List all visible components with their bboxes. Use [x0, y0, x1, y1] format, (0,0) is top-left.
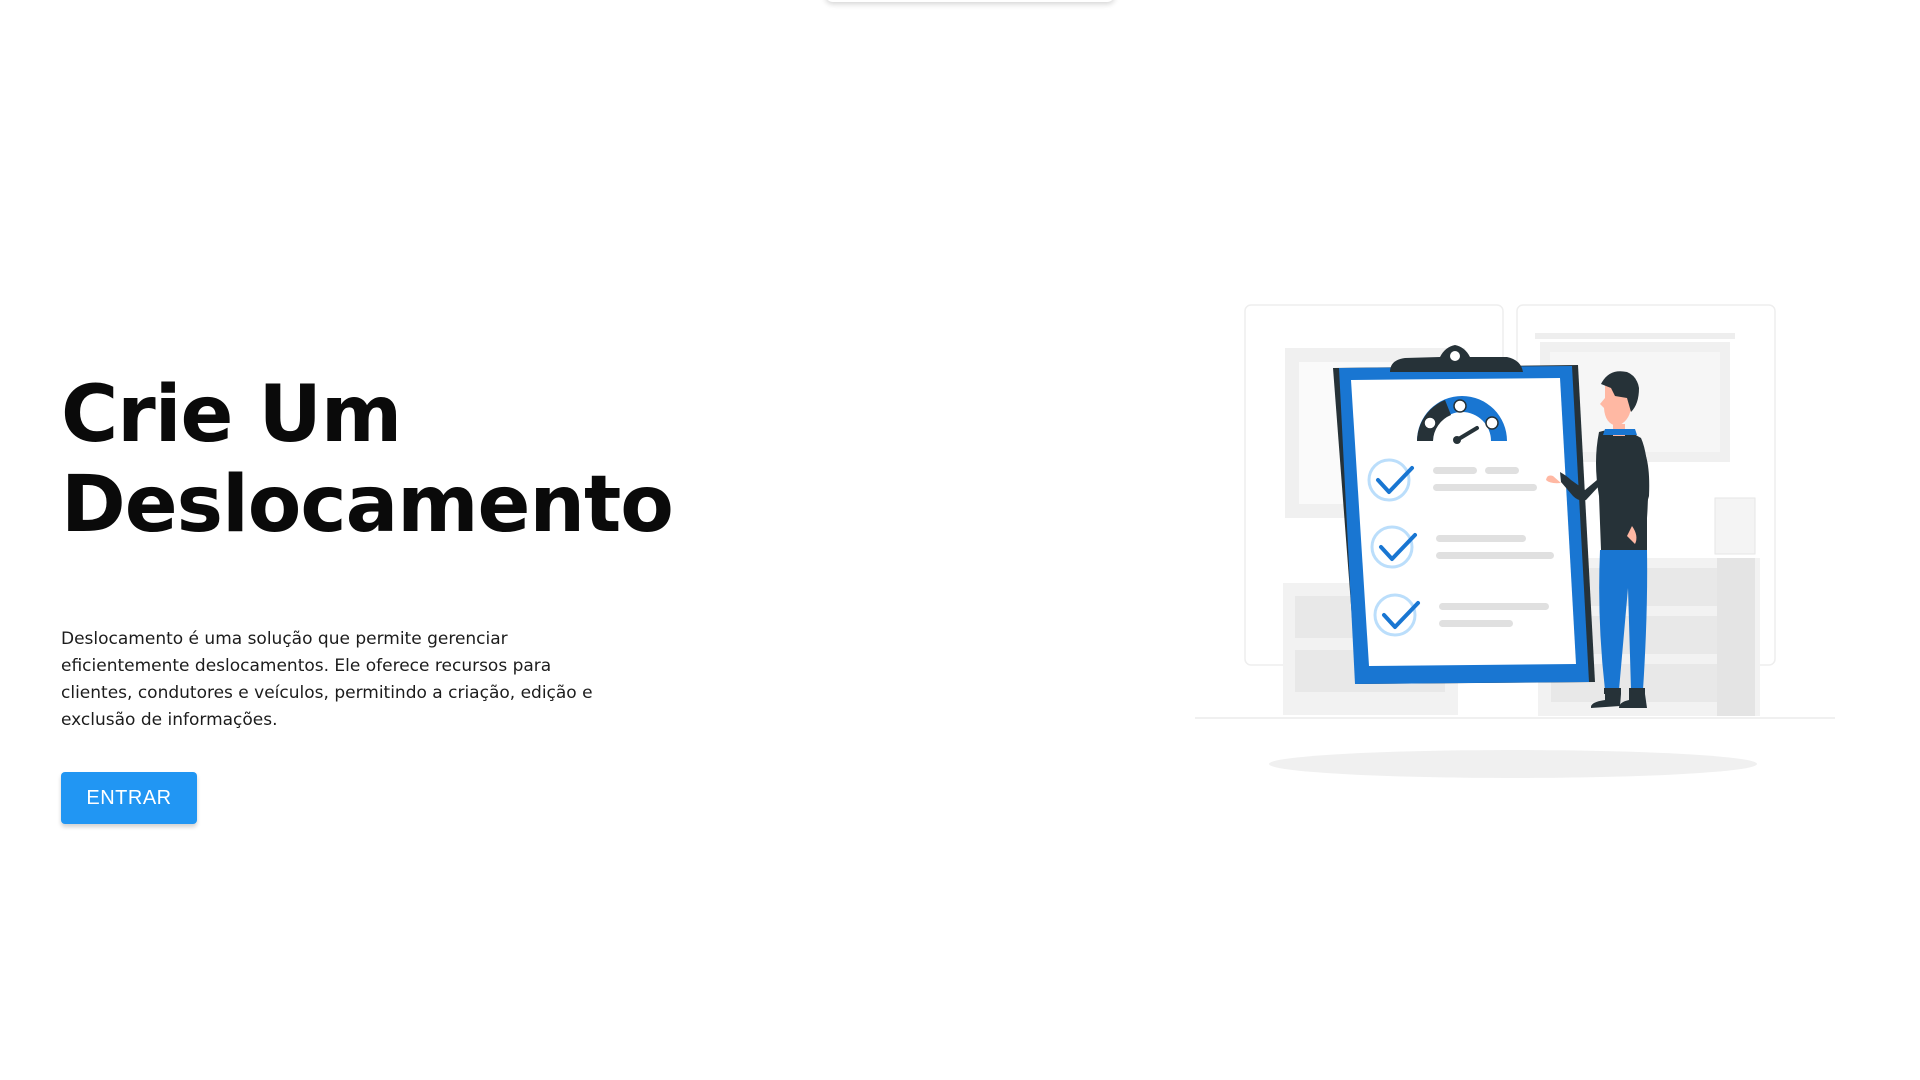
- checklist-illustration-graphic: [1195, 304, 1835, 778]
- landing-page: Crie Um Deslocamento Deslocamento é uma …: [0, 0, 1920, 1080]
- hero-description: Deslocamento é uma solução que permite g…: [61, 629, 593, 730]
- hero-title-line2: Deslocamento: [61, 460, 674, 550]
- top-app-bar-edge: [825, 0, 1115, 2]
- checklist-illustration: [1195, 300, 1835, 790]
- enter-button[interactable]: ENTRAR: [61, 772, 197, 824]
- hero-section: Crie Um Deslocamento Deslocamento é uma …: [61, 370, 674, 824]
- hero-title: Crie Um Deslocamento: [61, 370, 674, 550]
- hero-title-line1: Crie Um: [61, 370, 402, 460]
